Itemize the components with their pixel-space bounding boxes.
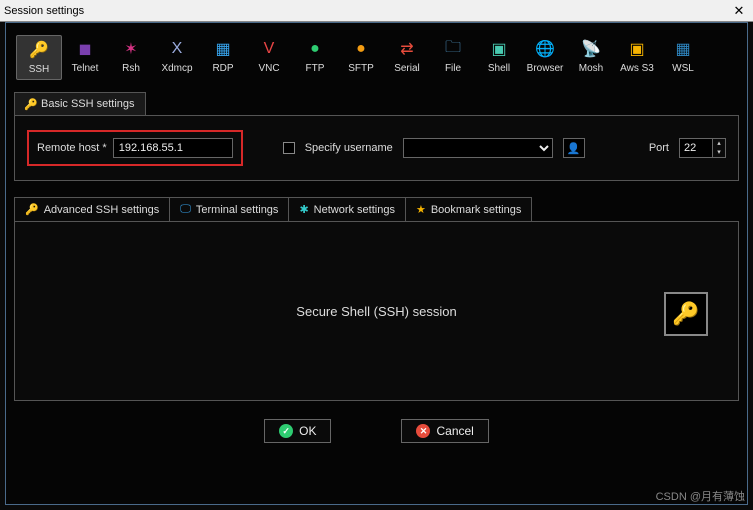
remote-host-label: Remote host *	[37, 142, 107, 154]
remote-host-highlight: Remote host *	[27, 130, 243, 166]
key-icon: 🔑	[25, 98, 37, 110]
session-type-label: Serial	[394, 63, 420, 74]
tab-terminal-settings[interactable]: 🖵 Terminal settings	[169, 197, 289, 221]
tab-bookmark-settings[interactable]: ★ Bookmark settings	[405, 197, 532, 221]
rsh-icon: ✶	[121, 39, 141, 59]
session-type-label: Rsh	[122, 63, 140, 74]
user-icon: 👤	[567, 142, 581, 155]
serial-icon: ⇄	[397, 39, 417, 59]
session-type-xdmcp[interactable]: X Xdmcp	[154, 35, 200, 80]
session-type-serial[interactable]: ⇄ Serial	[384, 35, 430, 80]
session-type-label: WSL	[672, 63, 694, 74]
session-type-label: Xdmcp	[161, 63, 192, 74]
window-title: Session settings	[4, 5, 729, 17]
port-spinner[interactable]: ▴▾	[713, 138, 726, 158]
session-type-ftp[interactable]: ● FTP	[292, 35, 338, 80]
session-key-icon-box: 🔑	[664, 292, 708, 336]
ok-label: OK	[299, 424, 316, 438]
session-type-label: Browser	[527, 63, 564, 74]
tab-label: Terminal settings	[196, 204, 279, 216]
shell-icon: ▣	[489, 39, 509, 59]
title-bar: Session settings ✕	[0, 0, 753, 22]
session-type-sftp[interactable]: ● SFTP	[338, 35, 384, 80]
aws s3-icon: ▣	[627, 39, 647, 59]
telnet-icon: ◼	[75, 39, 95, 59]
wsl-icon: ▦	[673, 39, 693, 59]
xdmcp-icon: X	[167, 39, 187, 59]
tab-icon: ★	[416, 203, 426, 216]
specify-username-checkbox[interactable]	[283, 142, 295, 154]
vnc-icon: V	[259, 39, 279, 59]
session-type-label: SSH	[29, 64, 50, 75]
session-type-vnc[interactable]: V VNC	[246, 35, 292, 80]
port-label: Port	[649, 142, 669, 154]
session-type-label: SFTP	[348, 63, 374, 74]
sub-tab-body: Secure Shell (SSH) session 🔑	[14, 221, 739, 401]
tab-label: Basic SSH settings	[41, 98, 135, 110]
session-type-mosh[interactable]: 📡 Mosh	[568, 35, 614, 80]
session-type-label: Aws S3	[620, 63, 654, 74]
tab-basic-ssh-settings[interactable]: 🔑 Basic SSH settings	[14, 92, 146, 115]
session-type-shell[interactable]: ▣ Shell	[476, 35, 522, 80]
session-type-rdp[interactable]: ▦ RDP	[200, 35, 246, 80]
mosh-icon: 📡	[581, 39, 601, 59]
cross-icon: ✕	[416, 424, 430, 438]
sub-tab-row: 🔑 Advanced SSH settings 🖵 Terminal settings…	[14, 197, 739, 221]
session-type-telnet[interactable]: ◼ Telnet	[62, 35, 108, 80]
session-type-label: Mosh	[579, 63, 603, 74]
session-type-label: FTP	[306, 63, 325, 74]
ok-button[interactable]: ✓ OK	[264, 419, 331, 443]
remote-host-input[interactable]	[113, 138, 233, 158]
session-type-label: Shell	[488, 63, 510, 74]
session-type-rsh[interactable]: ✶ Rsh	[108, 35, 154, 80]
session-type-browser[interactable]: 🌐 Browser	[522, 35, 568, 80]
tab-advanced-ssh-settings[interactable]: 🔑 Advanced SSH settings	[14, 197, 170, 221]
file-icon: 🗀	[443, 39, 463, 59]
rdp-icon: ▦	[213, 39, 233, 59]
tab-icon: 🖵	[180, 203, 191, 216]
tab-icon: 🔑	[25, 203, 39, 216]
tab-network-settings[interactable]: ✱ Network settings	[288, 197, 406, 221]
check-icon: ✓	[279, 424, 293, 438]
session-type-row: 🔑 SSH ◼ Telnet ✶ Rsh X Xdmcp ▦ RDP V VNC ● FTP ● SFTP ⇄ S…	[6, 23, 747, 88]
watermark: CSDN @月有薄蚀	[656, 488, 745, 504]
session-type-label: Telnet	[72, 63, 99, 74]
session-description: Secure Shell (SSH) session	[296, 304, 456, 319]
session-type-wsl[interactable]: ▦ WSL	[660, 35, 706, 80]
sftp-icon: ●	[351, 39, 371, 59]
ftp-icon: ●	[305, 39, 325, 59]
tab-label: Advanced SSH settings	[44, 204, 160, 216]
main-panel: 🔑 SSH ◼ Telnet ✶ Rsh X Xdmcp ▦ RDP V VNC ● FTP ● SFTP ⇄ S…	[5, 22, 748, 505]
cancel-label: Cancel	[436, 424, 473, 438]
session-type-label: VNC	[258, 63, 279, 74]
browser-icon: 🌐	[535, 39, 555, 59]
port-input[interactable]	[679, 138, 713, 158]
dialog-button-row: ✓ OK ✕ Cancel	[6, 419, 747, 443]
key-icon: 🔑	[672, 301, 699, 327]
tab-label: Network settings	[314, 204, 395, 216]
session-type-aws-s3[interactable]: ▣ Aws S3	[614, 35, 660, 80]
session-type-file[interactable]: 🗀 File	[430, 35, 476, 80]
tab-label: Bookmark settings	[431, 204, 521, 216]
tab-icon: ✱	[299, 203, 308, 216]
user-manage-button[interactable]: 👤	[563, 138, 585, 158]
specify-username-label: Specify username	[305, 142, 393, 154]
ssh-icon: 🔑	[29, 40, 49, 60]
basic-settings-section: 🔑 Basic SSH settings Remote host * Speci…	[14, 92, 739, 181]
session-type-label: RDP	[212, 63, 233, 74]
username-select[interactable]	[403, 138, 553, 158]
session-type-ssh[interactable]: 🔑 SSH	[16, 35, 62, 80]
close-button[interactable]: ✕	[729, 3, 749, 19]
session-type-label: File	[445, 63, 461, 74]
cancel-button[interactable]: ✕ Cancel	[401, 419, 488, 443]
